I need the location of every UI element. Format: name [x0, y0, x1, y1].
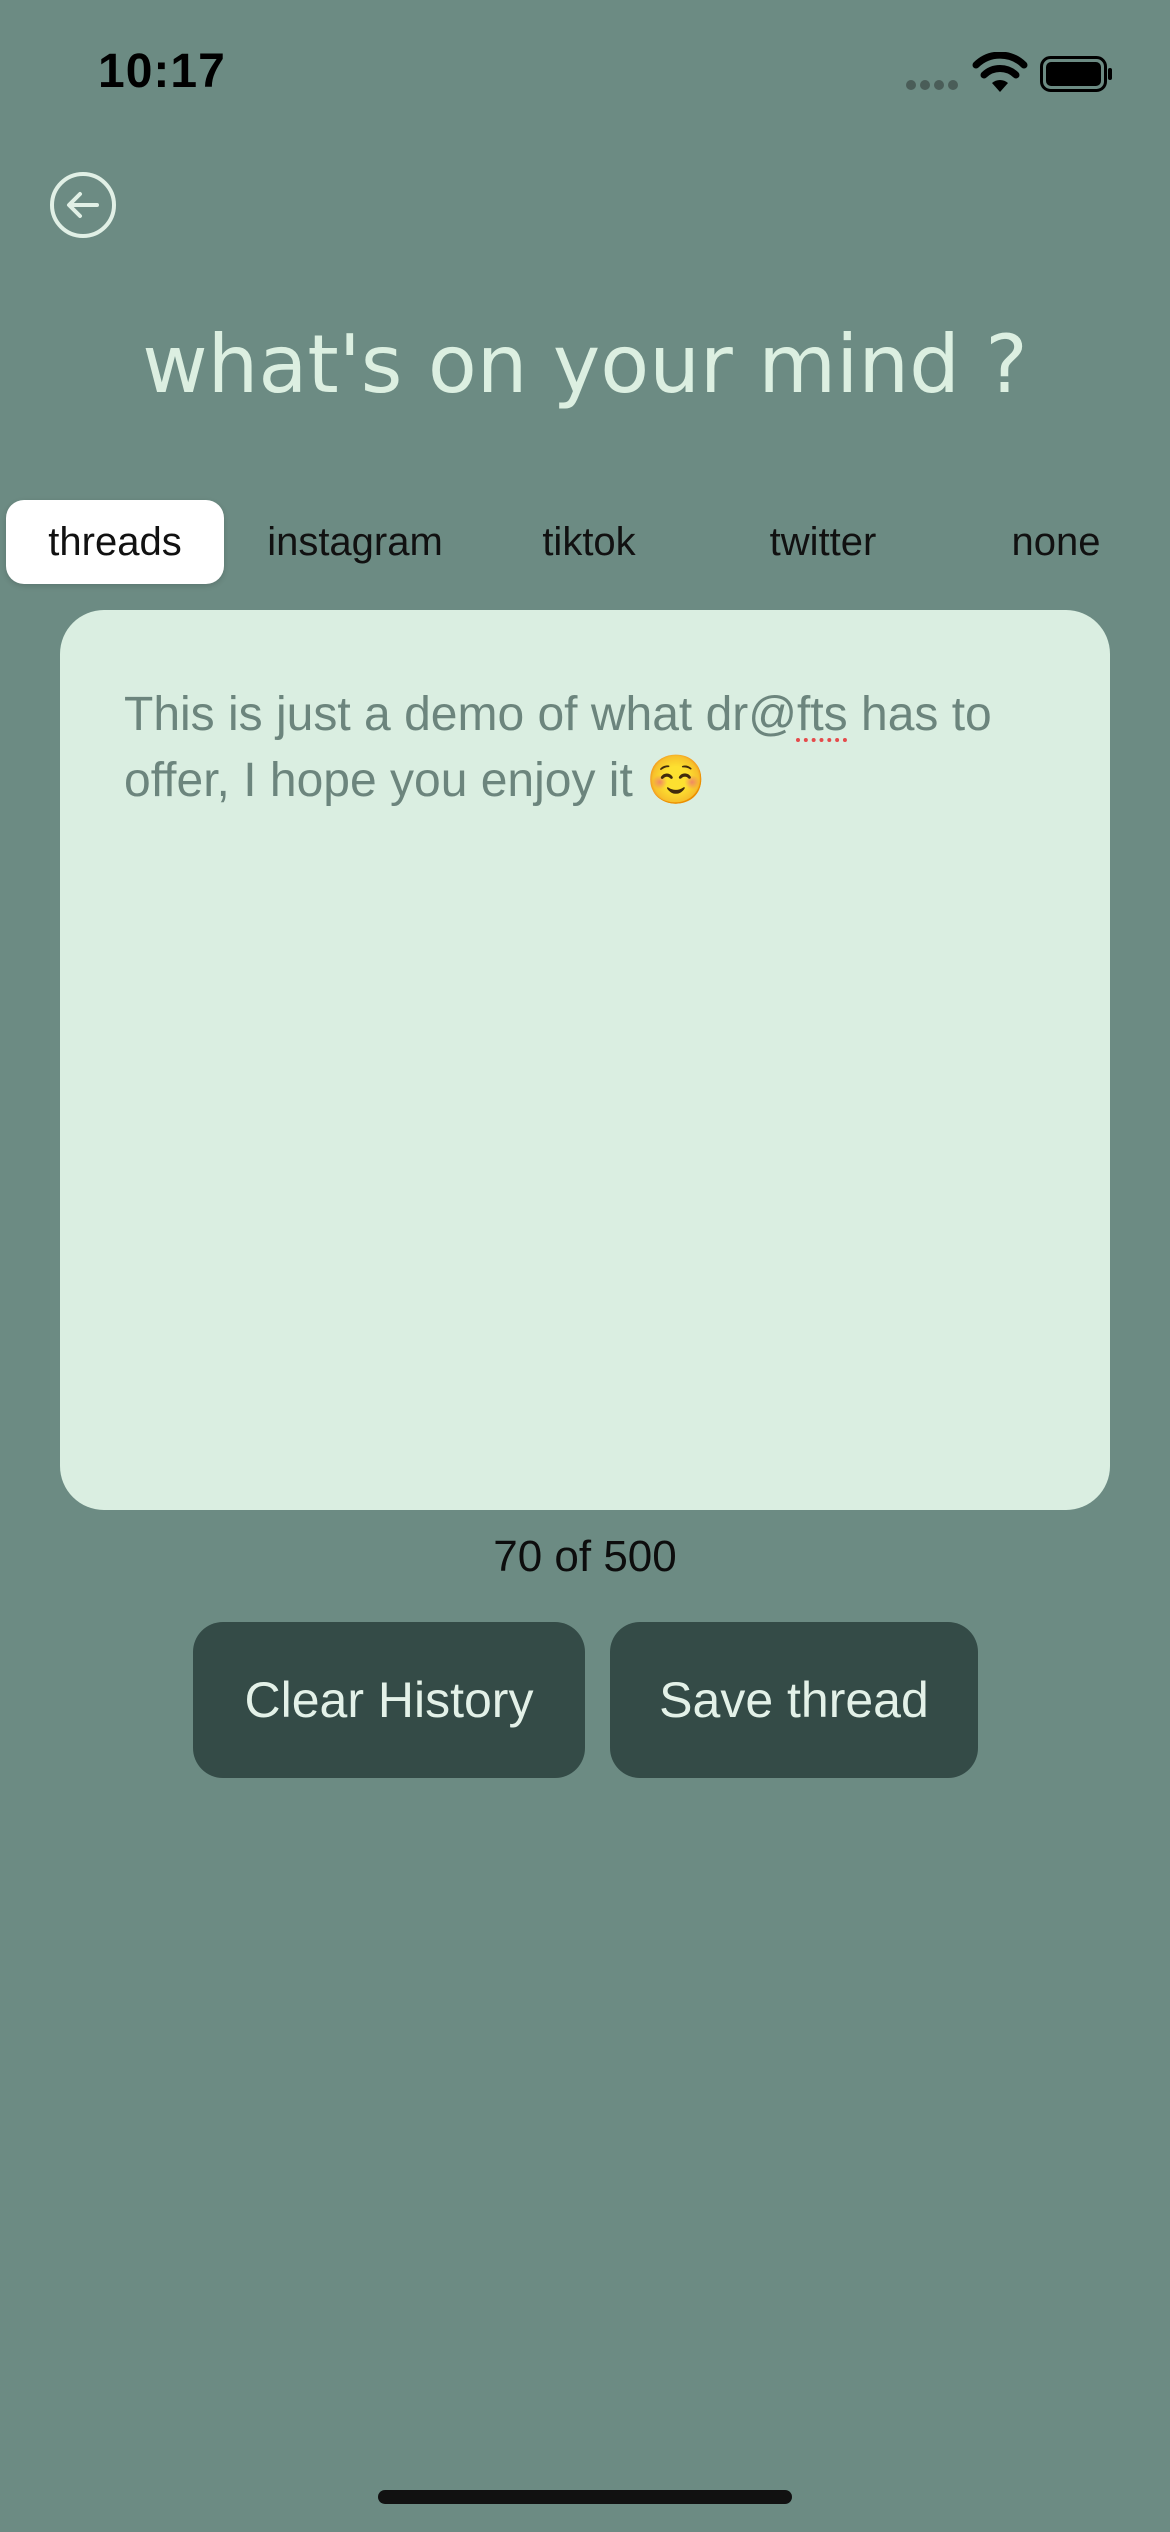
- wifi-icon: [972, 52, 1028, 92]
- editor-text[interactable]: This is just a demo of what dr@fts has t…: [124, 682, 1046, 814]
- tab-tiktok[interactable]: tiktok: [474, 500, 704, 584]
- status-time: 10:17: [98, 45, 226, 98]
- tab-instagram[interactable]: instagram: [240, 500, 470, 584]
- editor-text-part: This is just a demo of what dr@: [124, 688, 797, 741]
- thread-text-editor[interactable]: This is just a demo of what dr@fts has t…: [60, 610, 1110, 1510]
- character-counter: 70 of 500: [493, 1532, 677, 1581]
- tab-none[interactable]: none: [942, 500, 1170, 584]
- misspelled-word: fts: [796, 688, 848, 741]
- page-title: what's on your mind ?: [142, 318, 1028, 411]
- clear-history-button[interactable]: Clear History: [193, 1622, 585, 1778]
- back-button[interactable]: [50, 172, 116, 238]
- platform-tabs: threads instagram tiktok twitter none: [6, 500, 1170, 584]
- battery-icon: [1040, 56, 1112, 92]
- cellular-signal-icon: [906, 80, 960, 92]
- arrow-left-circle-icon: [67, 192, 99, 218]
- tab-twitter[interactable]: twitter: [708, 500, 938, 584]
- save-thread-button[interactable]: Save thread: [610, 1622, 978, 1778]
- home-indicator: [378, 2490, 792, 2504]
- tab-threads[interactable]: threads: [6, 500, 224, 584]
- status-bar: 10:17: [0, 0, 1170, 140]
